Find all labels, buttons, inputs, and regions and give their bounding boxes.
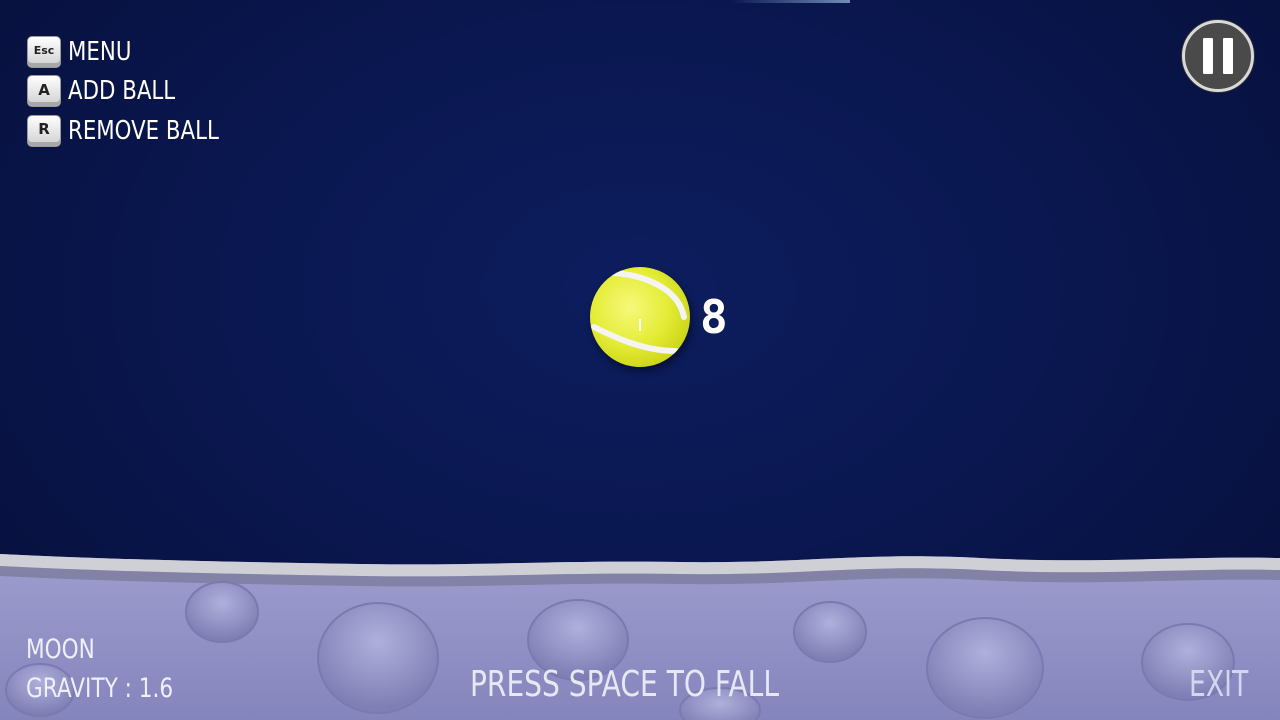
control-remove-ball[interactable]: R REMOVE BALL <box>27 111 252 151</box>
fall-prompt: PRESS SPACE TO FALL <box>470 664 779 705</box>
planet-name: MOON <box>26 634 95 665</box>
pause-button[interactable] <box>1182 20 1254 92</box>
remove-ball-label: REMOVE BALL <box>68 115 219 146</box>
exit-button[interactable]: EXIT <box>1189 664 1248 705</box>
controls-legend: Esc MENU A ADD BALL R REMOVE BALL <box>27 32 252 151</box>
planet-info: MOON GRAVITY : 1.6 <box>26 630 173 708</box>
control-menu[interactable]: Esc MENU <box>27 32 252 72</box>
menu-label: MENU <box>68 36 132 67</box>
control-add-ball[interactable]: A ADD BALL <box>27 72 252 112</box>
ball-count: 8 <box>700 290 728 344</box>
top-streak <box>730 0 850 3</box>
pause-icon <box>1203 38 1213 74</box>
esc-key-icon: Esc <box>27 35 61 68</box>
gravity-value: GRAVITY : 1.6 <box>26 673 174 704</box>
pause-icon-bar <box>1223 38 1233 74</box>
add-ball-label: ADD BALL <box>68 76 176 107</box>
a-key-icon: A <box>27 75 61 108</box>
tennis-ball-icon <box>590 267 690 367</box>
r-key-icon: R <box>27 114 61 147</box>
